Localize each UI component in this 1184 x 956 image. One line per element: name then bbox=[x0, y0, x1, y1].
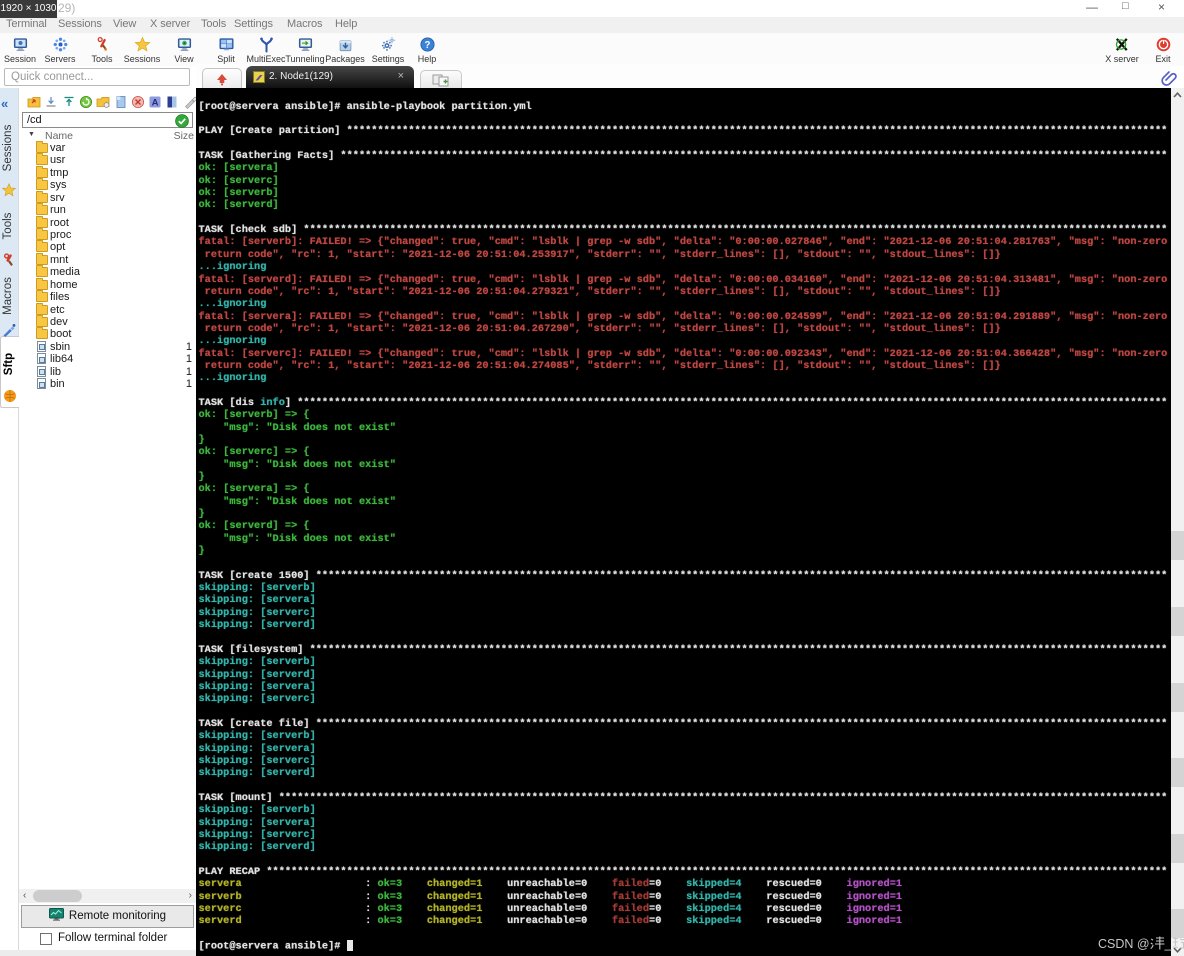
svg-text:?: ? bbox=[424, 40, 430, 51]
svg-text:A: A bbox=[152, 98, 159, 109]
